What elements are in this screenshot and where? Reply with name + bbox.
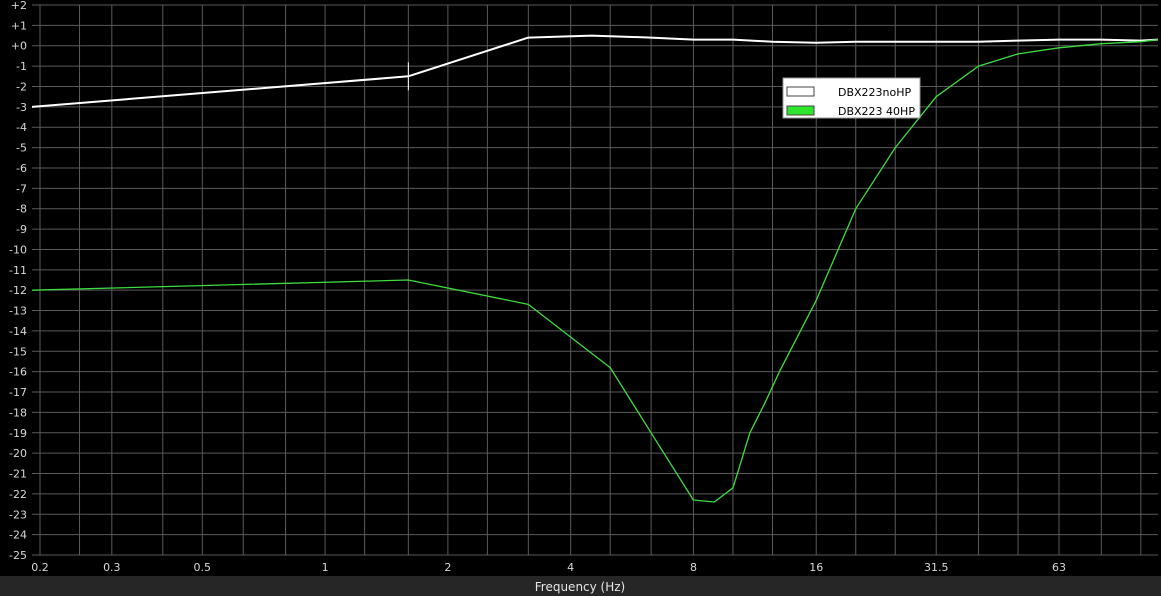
x-tick-label: 0.2 [31, 561, 49, 574]
x-tick-label: 63 [1052, 561, 1066, 574]
y-tick-label: -19 [9, 427, 27, 440]
x-tick-label: 8 [690, 561, 697, 574]
y-tick-label: -12 [9, 284, 27, 297]
x-tick-label: 1 [322, 561, 329, 574]
y-tick-label: -3 [16, 101, 27, 114]
legend-label-40HP: DBX223 40HP [838, 105, 915, 118]
y-tick-label: -16 [9, 366, 27, 379]
y-tick-label: -13 [9, 305, 27, 318]
frequency-response-chart: +2 +1 +0 -1 -2 -3 -4 -5 -6 -7 -8 -9 -10 -11 -12 -13 -14 -… [0, 0, 1161, 596]
y-tick-label: -2 [16, 80, 27, 93]
y-tick-label: -23 [9, 508, 27, 521]
legend-swatch-40HP [786, 105, 815, 116]
y-tick-label: -8 [16, 203, 27, 216]
y-tick-label: -14 [9, 325, 27, 338]
y-tick-label: +2 [11, 0, 27, 12]
y-tick-label: -17 [9, 386, 27, 399]
legend: DBX223noHP DBX223 40HP [782, 77, 921, 119]
legend-label-noHP: DBX223noHP [838, 86, 912, 99]
y-tick-label: -20 [9, 447, 27, 460]
y-tick-label: -21 [9, 468, 27, 481]
x-tick-label: 31.5 [924, 561, 949, 574]
y-tick-label: +1 [11, 19, 27, 32]
x-axis-label: Frequency (Hz) [535, 580, 626, 594]
y-tick-label: -5 [16, 142, 27, 155]
x-tick-label: 0.5 [194, 561, 212, 574]
y-tick-label: -22 [9, 488, 27, 501]
y-tick-label: -11 [9, 264, 27, 277]
y-tick-label: -4 [16, 121, 27, 134]
legend-swatch-noHP [786, 86, 815, 97]
y-tick-label: +0 [11, 40, 27, 53]
y-tick-label: -25 [9, 549, 27, 562]
x-tick-label: 16 [809, 561, 823, 574]
x-tick-label: 2 [444, 561, 451, 574]
y-tick-label: -10 [9, 243, 27, 256]
y-tick-label: -18 [9, 406, 27, 419]
y-tick-label: -7 [16, 182, 27, 195]
y-tick-label: -15 [9, 345, 27, 358]
x-tick-label: 0.3 [103, 561, 121, 574]
y-tick-label: -6 [16, 162, 27, 175]
y-tick-label: -1 [16, 60, 27, 73]
chart-background [0, 0, 1161, 596]
y-tick-label: -9 [16, 223, 27, 236]
y-tick-label: -24 [9, 529, 27, 542]
x-tick-label: 4 [567, 561, 574, 574]
